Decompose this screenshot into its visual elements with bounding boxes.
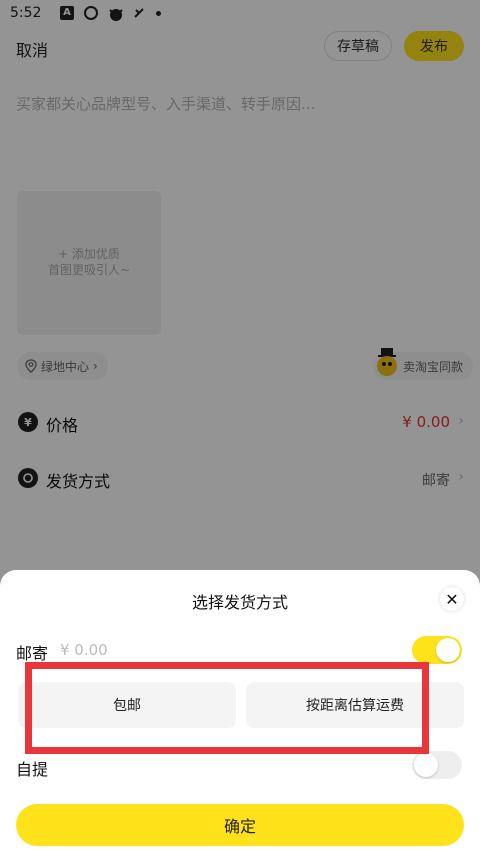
mail-label: 邮寄: [16, 644, 49, 663]
pickup-label: 自提: [16, 760, 49, 779]
toggle-knob: [414, 753, 438, 777]
mail-price: ¥ 0.00: [60, 641, 108, 659]
toggle-knob: [436, 638, 460, 662]
mail-toggle[interactable]: [412, 636, 462, 664]
confirm-button[interactable]: 确定: [16, 804, 464, 846]
sheet-title: 选择发货方式: [191, 593, 288, 612]
pickup-toggle[interactable]: [412, 751, 462, 779]
close-icon[interactable]: ✕: [440, 587, 464, 611]
highlight-box: [25, 662, 429, 754]
